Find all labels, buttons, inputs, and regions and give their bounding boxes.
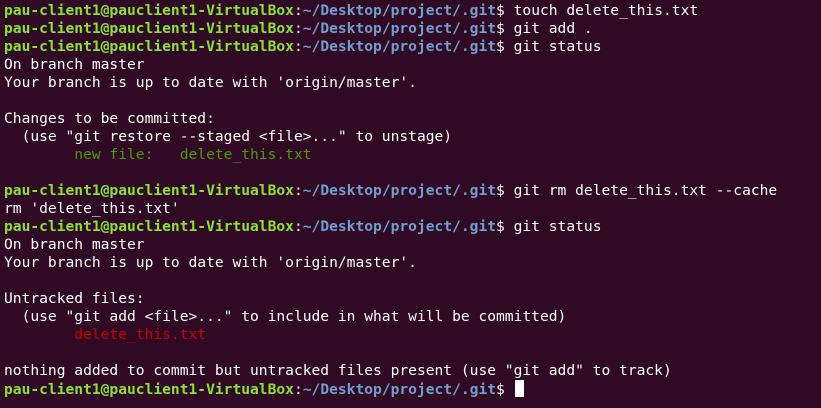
prompt-line: pau-client1@pauclient1-VirtualBox:~/Desk… [4,182,821,200]
output-line: delete_this.txt [4,326,821,344]
prompt-colon: : [293,182,303,199]
prompt-symbol: $ [496,2,505,19]
output-line: Your branch is up to date with 'origin/m… [4,254,821,272]
output-line: nothing added to commit but untracked fi… [4,362,821,380]
prompt-colon: : [293,20,303,37]
prompt-colon: : [293,381,303,398]
prompt-colon: : [293,218,303,235]
prompt-path: ~/Desktop/project/.git [302,20,497,37]
text-cursor[interactable] [514,380,524,397]
output-text: (use "git add <file>..." to include in w… [4,308,567,325]
prompt-user-host: pau-client1@pauclient1-VirtualBox [4,20,294,37]
prompt-user-host: pau-client1@pauclient1-VirtualBox [4,218,294,235]
prompt-user-host: pau-client1@pauclient1-VirtualBox [4,182,294,199]
prompt-symbol: $ [496,38,505,55]
output-text: nothing added to commit but untracked fi… [4,362,672,379]
prompt-line: pau-client1@pauclient1-VirtualBox:~/Desk… [4,380,821,398]
command-text [505,381,514,398]
output-text: rm 'delete_this.txt' [4,200,180,217]
staged-file-entry: new file: delete_this.txt [4,146,312,163]
output-line: On branch master [4,56,821,74]
command-text: git add . [504,20,593,37]
output-line: new file: delete_this.txt [4,146,821,164]
output-line: Untracked files: [4,290,821,308]
prompt-line: pau-client1@pauclient1-VirtualBox:~/Desk… [4,38,821,56]
output-line: Changes to be committed: [4,110,821,128]
command-text: git status [504,218,602,235]
output-line: rm 'delete_this.txt' [4,200,821,218]
prompt-colon: : [293,2,303,19]
output-text: On branch master [4,56,145,73]
output-text: Your branch is up to date with 'origin/m… [4,74,417,91]
prompt-path: ~/Desktop/project/.git [302,182,497,199]
output-line: (use "git add <file>..." to include in w… [4,308,821,326]
prompt-line: pau-client1@pauclient1-VirtualBox:~/Desk… [4,2,821,20]
prompt-path: ~/Desktop/project/.git [302,38,497,55]
untracked-file-entry: delete_this.txt [4,326,207,343]
prompt-path: ~/Desktop/project/.git [302,381,497,398]
prompt-user-host: pau-client1@pauclient1-VirtualBox [4,2,294,19]
output-text: On branch master [4,236,145,253]
prompt-path: ~/Desktop/project/.git [302,218,497,235]
prompt-line: pau-client1@pauclient1-VirtualBox:~/Desk… [4,218,821,236]
prompt-symbol: $ [496,20,505,37]
command-text: git rm delete_this.txt --cache [504,182,778,199]
output-line: (use "git restore --staged <file>..." to… [4,128,821,146]
prompt-user-host: pau-client1@pauclient1-VirtualBox [4,38,294,55]
prompt-colon: : [293,38,303,55]
command-text: git status [504,38,602,55]
prompt-symbol: $ [496,381,505,398]
output-text: Untracked files: [4,290,145,307]
output-text: (use "git restore --staged <file>..." to… [4,128,453,145]
prompt-line: pau-client1@pauclient1-VirtualBox:~/Desk… [4,20,821,38]
prompt-symbol: $ [496,218,505,235]
command-text: touch delete_this.txt [504,2,699,19]
output-text: Your branch is up to date with 'origin/m… [4,254,417,271]
output-line: Your branch is up to date with 'origin/m… [4,74,821,92]
output-text: Changes to be committed: [4,110,215,127]
output-line: On branch master [4,236,821,254]
prompt-path: ~/Desktop/project/.git [302,2,497,19]
prompt-symbol: $ [496,182,505,199]
terminal-window[interactable]: pau-client1@pauclient1-VirtualBox:~/Desk… [0,0,821,408]
prompt-user-host: pau-client1@pauclient1-VirtualBox [4,381,294,398]
